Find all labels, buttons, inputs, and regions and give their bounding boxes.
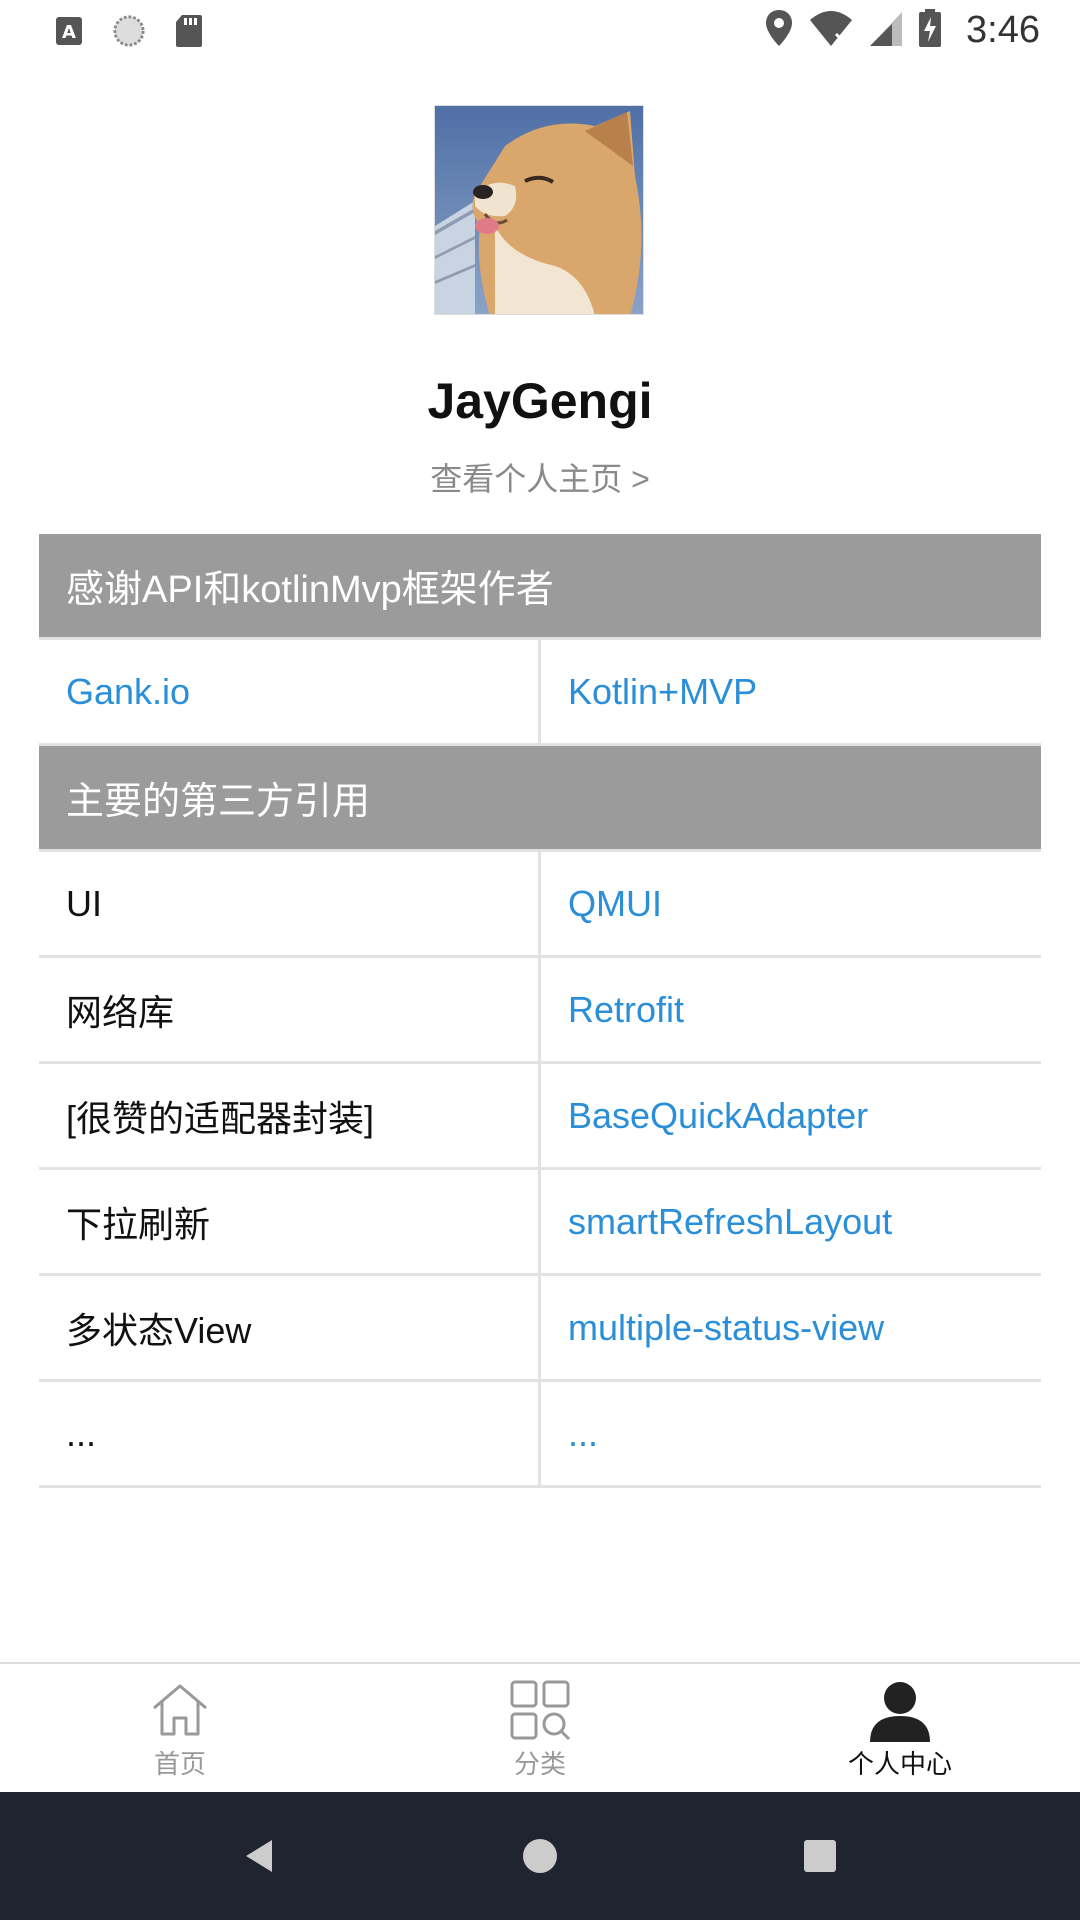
table-cell-left[interactable]: Gank.io	[39, 640, 541, 743]
tab-category-label: 分类	[513, 1749, 566, 1779]
multiple-status-view-link[interactable]: multiple-status-view	[568, 1307, 884, 1349]
section-header-third-party: 主要的第三方引用	[39, 746, 1041, 852]
table-cell-right[interactable]: BaseQuickAdapter	[541, 1064, 1041, 1167]
table-cell-right[interactable]: Kotlin+MVP	[541, 640, 1041, 743]
tab-home[interactable]: 首页	[0, 1664, 360, 1792]
status-bar: A 3:46	[0, 0, 1080, 64]
username: JayGengi	[427, 373, 653, 429]
sd-card-icon	[172, 12, 206, 50]
base-quick-adapter-link[interactable]: BaseQuickAdapter	[568, 1095, 868, 1137]
table-cell-right[interactable]: ...	[541, 1382, 1041, 1485]
tab-profile[interactable]: 个人中心	[720, 1664, 1080, 1792]
table-row: 多状态View multiple-status-view	[39, 1276, 1041, 1382]
table-cell-right[interactable]: Retrofit	[541, 958, 1041, 1061]
gank-io-link[interactable]: Gank.io	[66, 671, 190, 713]
text-a-icon: A	[52, 12, 86, 50]
table-row: UI QMUI	[39, 852, 1041, 958]
table-cell-left: 多状态View	[39, 1276, 541, 1379]
svg-text:A: A	[62, 22, 76, 43]
smart-refresh-layout-link[interactable]: smartRefreshLayout	[568, 1201, 892, 1243]
table-row: [很赞的适配器封装] BaseQuickAdapter	[39, 1064, 1041, 1170]
system-nav-bar	[0, 1792, 1080, 1920]
table-cell-left: UI	[39, 852, 541, 955]
home-button[interactable]	[510, 1826, 570, 1886]
bottom-tab-bar: 首页 分类 个人中心	[0, 1662, 1080, 1792]
retrofit-link[interactable]: Retrofit	[568, 989, 684, 1031]
battery-charging-icon	[918, 8, 942, 53]
table-cell-right[interactable]: QMUI	[541, 852, 1041, 955]
view-homepage-link[interactable]: 查看个人主页 >	[0, 454, 1080, 500]
sync-icon	[112, 12, 146, 50]
table-cell-left: 网络库	[39, 958, 541, 1061]
person-icon	[870, 1682, 930, 1742]
back-button[interactable]	[230, 1826, 290, 1886]
status-time: 3:46	[966, 9, 1040, 51]
more-link[interactable]: ...	[568, 1413, 598, 1455]
table-row: ... ...	[39, 1382, 1041, 1488]
table-cell-left: ...	[39, 1382, 541, 1485]
status-left-icons: A	[52, 12, 206, 50]
home-icon	[153, 1684, 207, 1736]
kotlin-mvp-link[interactable]: Kotlin+MVP	[568, 671, 757, 713]
signal-icon	[868, 8, 904, 53]
wifi-off-icon	[808, 8, 854, 53]
table-cell-right[interactable]: smartRefreshLayout	[541, 1170, 1041, 1273]
table-row: 下拉刷新 smartRefreshLayout	[39, 1170, 1041, 1276]
recents-icon	[804, 1840, 836, 1872]
home-circle-icon	[523, 1839, 557, 1873]
tab-category[interactable]: 分类	[360, 1664, 720, 1792]
location-icon	[764, 8, 794, 53]
credits-table: 感谢API和kotlinMvp框架作者 Gank.io Kotlin+MVP 主…	[39, 534, 1041, 1488]
table-cell-right[interactable]: multiple-status-view	[541, 1276, 1041, 1379]
recents-button[interactable]	[790, 1826, 850, 1886]
avatar[interactable]	[434, 105, 644, 315]
table-row: 网络库 Retrofit	[39, 958, 1041, 1064]
tab-profile-label: 个人中心	[847, 1749, 952, 1779]
table-cell-left: 下拉刷新	[39, 1170, 541, 1273]
back-icon	[246, 1840, 272, 1872]
table-cell-left: [很赞的适配器封装]	[39, 1064, 541, 1167]
section-header-api-credits: 感谢API和kotlinMvp框架作者	[39, 534, 1041, 640]
table-row: Gank.io Kotlin+MVP	[39, 640, 1041, 746]
tab-home-label: 首页	[153, 1749, 206, 1779]
status-right-icons: 3:46	[764, 8, 1040, 53]
category-icon	[510, 1680, 571, 1741]
qmui-link[interactable]: QMUI	[568, 883, 662, 925]
